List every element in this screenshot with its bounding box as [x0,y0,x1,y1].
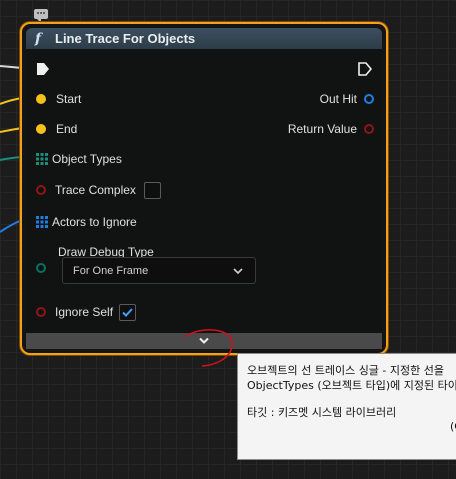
start-wire [0,97,23,105]
ignore-self-label: Ignore Self [55,305,114,319]
draw-debug-type-dropdown[interactable]: For One Frame [62,257,256,284]
exec-output-pin-icon[interactable] [357,61,373,77]
tooltip-line-4: (C [450,420,456,433]
tooltip: 오브젝트의 선 트레이스 싱글 - 지정한 선을 ObjectTypes (오브… [237,353,456,460]
end-label: End [56,122,78,136]
tooltip-line-3: 타깃 : 키즈멧 시스템 라이브러리 [247,406,397,419]
chevron-down-icon [233,267,243,274]
end-wire [0,127,23,133]
actors-to-ignore-pin-row: Actors to Ignore [36,213,137,231]
line-trace-for-objects-node[interactable]: f Line Trace For Objects Start Out Hit E… [20,22,388,355]
function-icon: f [35,30,42,47]
start-pin-icon[interactable] [36,94,46,104]
node-title: Line Trace For Objects [55,31,196,46]
start-pin-row: Start [36,90,81,108]
tooltip-line-1: 오브젝트의 선 트레이스 싱글 - 지정한 선을 [247,364,444,377]
return-value-label: Return Value [287,122,357,136]
end-pin-row: End [36,120,77,138]
object-types-pin-row: Object Types [36,150,122,168]
red-annotation-circle [184,329,233,367]
comment-bubble-icon[interactable] [34,9,48,23]
node-header[interactable]: f Line Trace For Objects [26,28,382,49]
checkmark-icon [122,307,133,317]
ignore-self-pin-icon[interactable] [36,307,46,317]
return-value-pin-row: Return Value [288,120,374,138]
actors-wire [0,219,23,233]
return-value-pin-icon[interactable] [364,124,374,134]
draw-debug-type-pin-row [36,259,46,277]
trace-complex-label: Trace Complex [55,183,136,197]
start-label: Start [56,92,82,106]
exec-in-row [35,60,51,78]
actors-to-ignore-label: Actors to Ignore [52,215,137,229]
tooltip-line-2: ObjectTypes (오브젝트 타입)에 지정된 타이 [247,379,456,392]
end-pin-icon[interactable] [36,124,46,134]
draw-debug-type-pin-icon[interactable] [36,263,46,273]
object-types-label: Object Types [52,152,122,166]
draw-debug-type-value: For One Frame [73,264,149,277]
trace-complex-checkbox[interactable] [143,181,161,199]
trace-complex-pin-icon[interactable] [36,185,46,195]
actors-to-ignore-array-pin-icon[interactable] [36,216,48,228]
exec-wire [0,65,23,69]
out-hit-pin-row: Out Hit [320,90,374,108]
object-types-array-pin-icon[interactable] [36,153,48,165]
out-hit-label: Out Hit [319,92,357,106]
trace-complex-pin-row: Trace Complex [36,181,161,199]
exec-out-row [357,60,373,78]
ignore-self-checkbox[interactable] [119,303,137,321]
object-types-wire [0,156,23,161]
exec-input-pin-icon[interactable] [35,61,51,77]
ignore-self-pin-row: Ignore Self [36,303,137,321]
out-hit-pin-icon[interactable] [364,94,374,104]
